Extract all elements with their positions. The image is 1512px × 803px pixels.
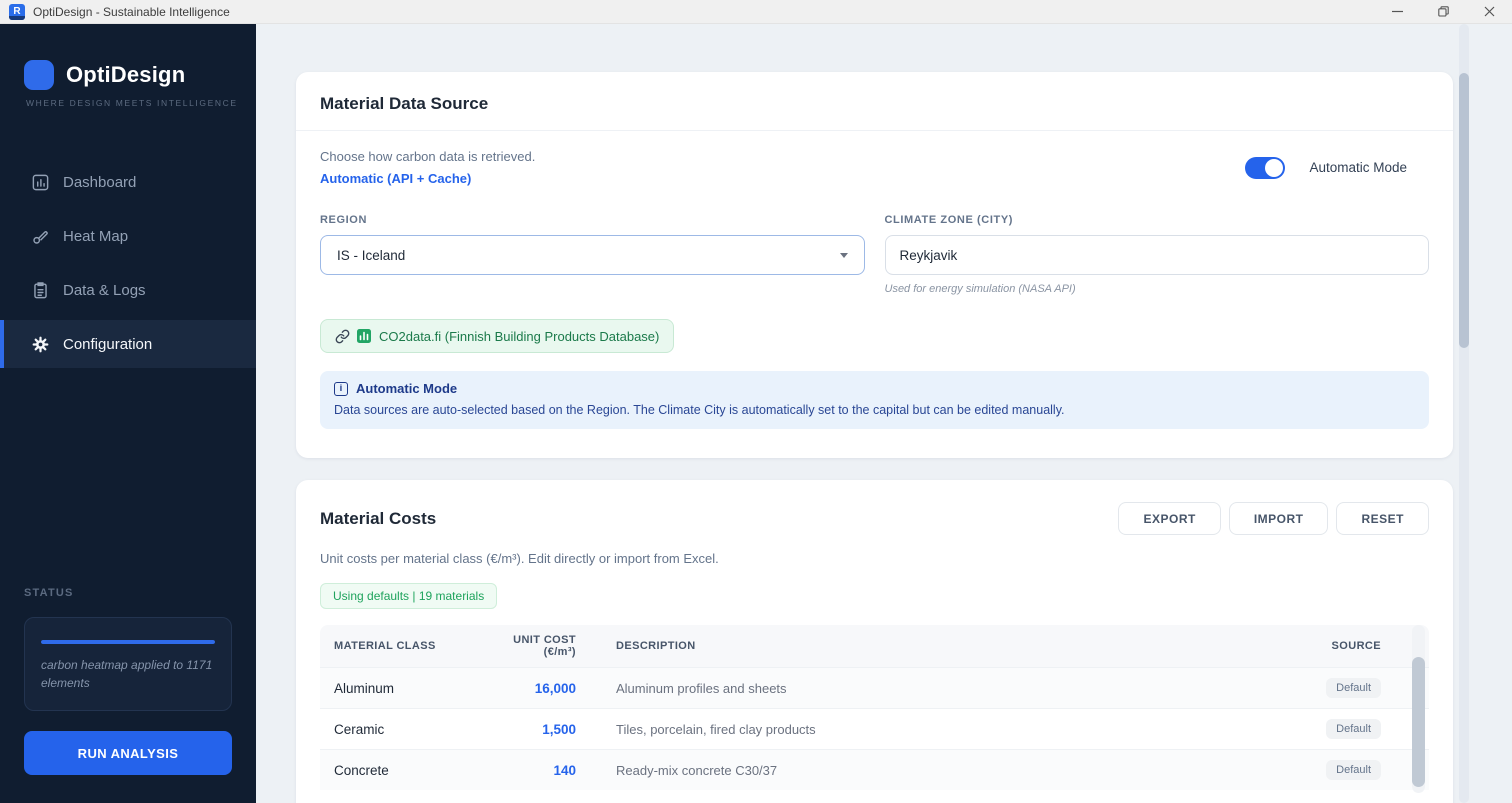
col-source: SOURCE [1299,625,1429,668]
sidebar-item-label: Heat Map [63,228,128,245]
card-title: Material Costs [320,509,436,529]
close-button[interactable] [1466,0,1512,23]
sidebar-item-label: Configuration [63,336,152,353]
sidebar-item-label: Data & Logs [63,282,146,299]
sidebar-item-configuration[interactable]: Configuration [0,320,256,368]
source-badge: Default [1326,719,1381,739]
main-content: Material Data Source Choose how carbon d… [256,24,1512,803]
window-title: OptiDesign - Sustainable Intelligence [33,5,230,19]
data-source-badge-text: CO2data.fi (Finnish Building Products Da… [379,329,659,344]
table-row: Concrete 140 Ready-mix concrete C30/37 D… [320,750,1429,791]
app-icon: R [9,4,25,20]
source-badge: Default [1326,760,1381,780]
data-source-subtitle: Choose how carbon data is retrieved. [320,149,535,164]
region-select[interactable]: IS - Iceland [320,235,865,275]
data-source-badge[interactable]: CO2data.fi (Finnish Building Products Da… [320,319,674,353]
optidesign-logo-icon [24,60,54,90]
table-header-row: MATERIAL CLASS UNIT COST (€/m³) DESCRIPT… [320,625,1429,668]
sidebar-item-heat-map[interactable]: Heat Map [0,212,256,260]
status-message: carbon heatmap applied to 1171 elements [41,657,215,692]
sidebar-item-data-logs[interactable]: Data & Logs [0,266,256,314]
gear-icon [30,334,50,354]
sidebar-item-label: Dashboard [63,174,136,191]
automatic-mode-info-box: i Automatic Mode Data sources are auto-s… [320,371,1429,429]
description-cell: Ready-mix concrete C30/37 [590,750,1299,791]
material-cell: Aluminum [320,668,480,709]
cost-cell[interactable]: 1,500 [480,709,590,750]
window-titlebar: R OptiDesign - Sustainable Intelligence [0,0,1512,24]
divider [296,130,1453,131]
climate-helper-text: Used for energy simulation (NASA API) [885,283,1430,295]
info-title: Automatic Mode [356,381,457,396]
sidebar: OptiDesign WHERE DESIGN MEETS INTELLIGEN… [0,24,256,803]
chevron-down-icon [840,253,848,258]
clipboard-icon [30,280,50,300]
material-cell: Ceramic [320,709,480,750]
mode-link[interactable]: Automatic (API + Cache) [320,171,535,186]
cost-cell[interactable]: 140 [480,750,590,791]
card-title: Material Data Source [320,94,1429,114]
description-cell: Aluminum profiles and sheets [590,668,1299,709]
status-heading: STATUS [24,587,232,599]
cost-cell[interactable]: 16,000 [480,668,590,709]
table-row: Ceramic 1,500 Tiles, porcelain, fired cl… [320,709,1429,750]
database-chart-icon [357,329,371,343]
reset-button[interactable]: RESET [1336,502,1429,535]
region-label: REGION [320,214,865,226]
automatic-mode-toggle[interactable] [1245,157,1285,179]
sidebar-item-dashboard[interactable]: Dashboard [0,158,256,206]
link-icon [335,329,350,344]
export-button[interactable]: EXPORT [1118,502,1220,535]
climate-zone-label: CLIMATE ZONE (CITY) [885,214,1430,226]
toggle-label: Automatic Mode [1309,160,1407,175]
info-icon: i [334,382,348,396]
col-material-class: MATERIAL CLASS [320,625,480,668]
bar-chart-icon [30,172,50,192]
climate-city-input[interactable] [885,235,1430,275]
material-costs-table: MATERIAL CLASS UNIT COST (€/m³) DESCRIPT… [320,625,1429,803]
import-button[interactable]: IMPORT [1229,502,1329,535]
status-card: carbon heatmap applied to 1171 elements [24,617,232,711]
info-body: Data sources are auto-selected based on … [334,403,1415,417]
table-scrollbar-thumb[interactable] [1412,657,1425,787]
material-data-source-card: Material Data Source Choose how carbon d… [296,72,1453,458]
col-description: DESCRIPTION [590,625,1299,668]
material-costs-card: Material Costs EXPORT IMPORT RESET Unit … [296,480,1453,803]
minimize-button[interactable] [1374,0,1420,23]
material-cell: Concrete [320,750,480,791]
logo-tagline: WHERE DESIGN MEETS INTELLIGENCE [0,96,256,108]
costs-subtitle: Unit costs per material class (€/m³). Ed… [320,551,1429,566]
main-scrollbar-thumb[interactable] [1459,73,1469,348]
defaults-badge: Using defaults | 19 materials [320,583,497,609]
toggle-knob [1265,159,1283,177]
sidebar-nav: Dashboard Heat Map Data & Logs [0,158,256,374]
thermometer-icon [30,226,50,246]
maximize-restore-button[interactable] [1420,0,1466,23]
logo-text: OptiDesign [66,62,185,88]
run-analysis-button[interactable]: RUN ANALYSIS [24,731,232,775]
region-value: IS - Iceland [337,248,405,263]
progress-bar [41,640,215,644]
col-unit-cost: UNIT COST (€/m³) [480,625,590,668]
table-row: Aluminum 16,000 Aluminum profiles and sh… [320,668,1429,709]
source-badge: Default [1326,678,1381,698]
description-cell: Tiles, porcelain, fired clay products [590,709,1299,750]
